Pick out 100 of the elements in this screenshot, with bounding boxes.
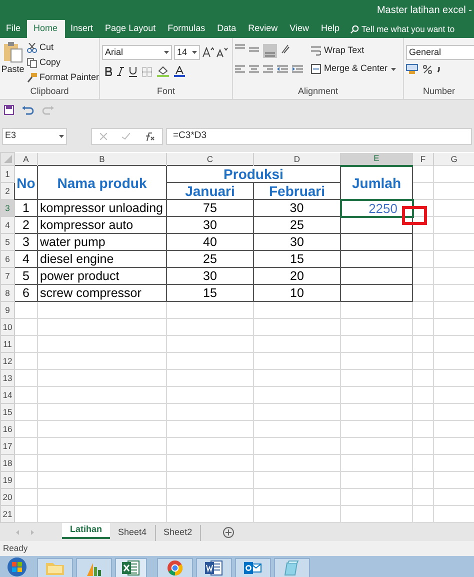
row-header[interactable]: 13 xyxy=(0,370,14,386)
column-header[interactable]: F xyxy=(412,152,434,166)
percent-icon[interactable] xyxy=(423,64,432,74)
save-icon[interactable] xyxy=(4,105,14,115)
italic-icon[interactable] xyxy=(117,67,124,76)
decrease-font-icon[interactable] xyxy=(216,47,228,58)
paintbrush-icon xyxy=(27,73,38,83)
align-bottom-icon[interactable] xyxy=(263,44,277,58)
row-header[interactable]: 15 xyxy=(0,404,14,420)
ribbon-tab[interactable]: Data xyxy=(211,20,242,38)
sheet-tab[interactable]: Latihan xyxy=(62,523,110,539)
highlight-box xyxy=(402,206,427,225)
windows-orb-icon xyxy=(7,557,27,577)
undo-icon[interactable] xyxy=(22,106,34,114)
format-painter-button[interactable]: Format Painter xyxy=(27,71,99,85)
column-header[interactable]: E xyxy=(340,152,412,166)
column-heading: Produksi xyxy=(166,166,340,182)
row-header[interactable]: 9 xyxy=(0,302,14,318)
status-text: Ready xyxy=(3,542,28,555)
row-header[interactable]: 20 xyxy=(0,488,14,506)
column-header[interactable]: A xyxy=(14,152,38,166)
ribbon-tab[interactable]: File xyxy=(0,20,27,38)
row-header[interactable]: 6 xyxy=(0,250,14,268)
borders-icon[interactable] xyxy=(142,66,152,76)
row-header[interactable]: 17 xyxy=(0,438,14,454)
table-cell: 3 xyxy=(14,234,38,250)
row-header[interactable]: 12 xyxy=(0,352,14,370)
align-center-icon[interactable] xyxy=(249,65,259,74)
merge-center-button[interactable]: Merge & Center xyxy=(311,62,396,76)
row-header[interactable]: 19 xyxy=(0,472,14,488)
align-right-icon[interactable] xyxy=(263,65,273,74)
formula-input[interactable]: =C3*D3 xyxy=(166,128,472,144)
ribbon-tab[interactable]: Insert xyxy=(64,20,100,38)
row-header[interactable]: 16 xyxy=(0,420,14,438)
wrap-text-button[interactable]: Wrap Text xyxy=(311,44,396,58)
row-header[interactable]: 11 xyxy=(0,336,14,352)
spreadsheet-icon xyxy=(122,560,140,576)
column-header[interactable]: G xyxy=(434,152,474,166)
row-header[interactable]: 14 xyxy=(0,386,14,404)
browser-icon xyxy=(167,560,183,576)
row-header[interactable]: 8 xyxy=(0,284,14,302)
row-header[interactable]: 18 xyxy=(0,454,14,472)
ribbon-tab[interactable]: Formulas xyxy=(162,20,212,38)
paste-button[interactable]: Paste xyxy=(0,41,26,85)
group-label: Font xyxy=(156,85,175,98)
taskbar-button[interactable] xyxy=(76,558,112,577)
table-cell: 30 xyxy=(254,234,340,250)
comma-icon[interactable] xyxy=(437,65,441,73)
row-header[interactable]: 5 xyxy=(0,234,14,250)
table-cell: 10 xyxy=(254,284,340,302)
bold-icon[interactable] xyxy=(105,67,112,76)
row-header[interactable]: 3 xyxy=(0,200,14,216)
row-header[interactable]: 21 xyxy=(0,506,14,522)
align-left-icon[interactable] xyxy=(235,65,245,74)
taskbar-button[interactable] xyxy=(196,558,232,577)
table-cell: 2 xyxy=(14,216,38,234)
function-icon[interactable] xyxy=(144,132,154,140)
checkmark-icon[interactable] xyxy=(122,132,130,140)
taskbar-button[interactable] xyxy=(115,558,147,577)
font-color-icon[interactable] xyxy=(174,66,185,77)
table-cell: 6 xyxy=(14,284,38,302)
row-header[interactable]: 1 xyxy=(0,166,14,182)
dropdown-arrow-icon xyxy=(59,134,64,138)
ribbon-tab[interactable]: Review xyxy=(242,20,284,38)
table-cell: 30 xyxy=(166,216,254,234)
column-heading: Januari xyxy=(166,182,254,200)
row-header[interactable]: 2 xyxy=(0,182,14,200)
notepad-icon xyxy=(284,560,300,576)
increase-font-icon[interactable] xyxy=(202,47,214,58)
ribbon-tab[interactable]: View xyxy=(284,20,315,38)
column-header[interactable]: C xyxy=(166,152,254,166)
ribbon-tab[interactable]: Home xyxy=(26,20,65,38)
column-header[interactable]: B xyxy=(38,152,166,166)
group-label: Alignment xyxy=(298,85,338,98)
tell-me-field[interactable]: Tell me what you want to xyxy=(362,22,455,36)
name-box[interactable]: E3 xyxy=(2,128,67,144)
row-header[interactable]: 7 xyxy=(0,268,14,284)
mail-icon xyxy=(244,560,262,576)
column-heading: Nama produk xyxy=(38,166,166,200)
cut-button[interactable]: Cut xyxy=(27,41,99,55)
font-size-field[interactable]: 14 xyxy=(174,45,200,60)
table-cell: 40 xyxy=(166,234,254,250)
column-heading: Februari xyxy=(254,182,340,200)
fill-color-icon[interactable] xyxy=(157,66,169,77)
column-header[interactable]: D xyxy=(254,152,340,166)
taskbar-button[interactable] xyxy=(157,558,193,577)
increase-indent-icon[interactable] xyxy=(292,65,303,74)
currency-icon[interactable] xyxy=(406,64,418,74)
decrease-indent-icon[interactable] xyxy=(277,65,288,74)
ribbon-tab[interactable]: Help xyxy=(315,20,346,38)
selected-cell[interactable]: 2250 xyxy=(340,200,412,216)
number-format-field[interactable]: General xyxy=(406,45,474,60)
row-header[interactable]: 4 xyxy=(0,216,14,234)
underline-icon[interactable] xyxy=(129,66,137,76)
font-name-field[interactable]: Arial xyxy=(102,45,172,60)
row-header[interactable]: 10 xyxy=(0,318,14,336)
add-sheet-icon[interactable] xyxy=(223,527,234,538)
copy-button[interactable]: Copy xyxy=(27,56,99,70)
ribbon-tab[interactable]: Page Layout xyxy=(99,20,162,38)
taskbar-button[interactable] xyxy=(235,558,271,577)
